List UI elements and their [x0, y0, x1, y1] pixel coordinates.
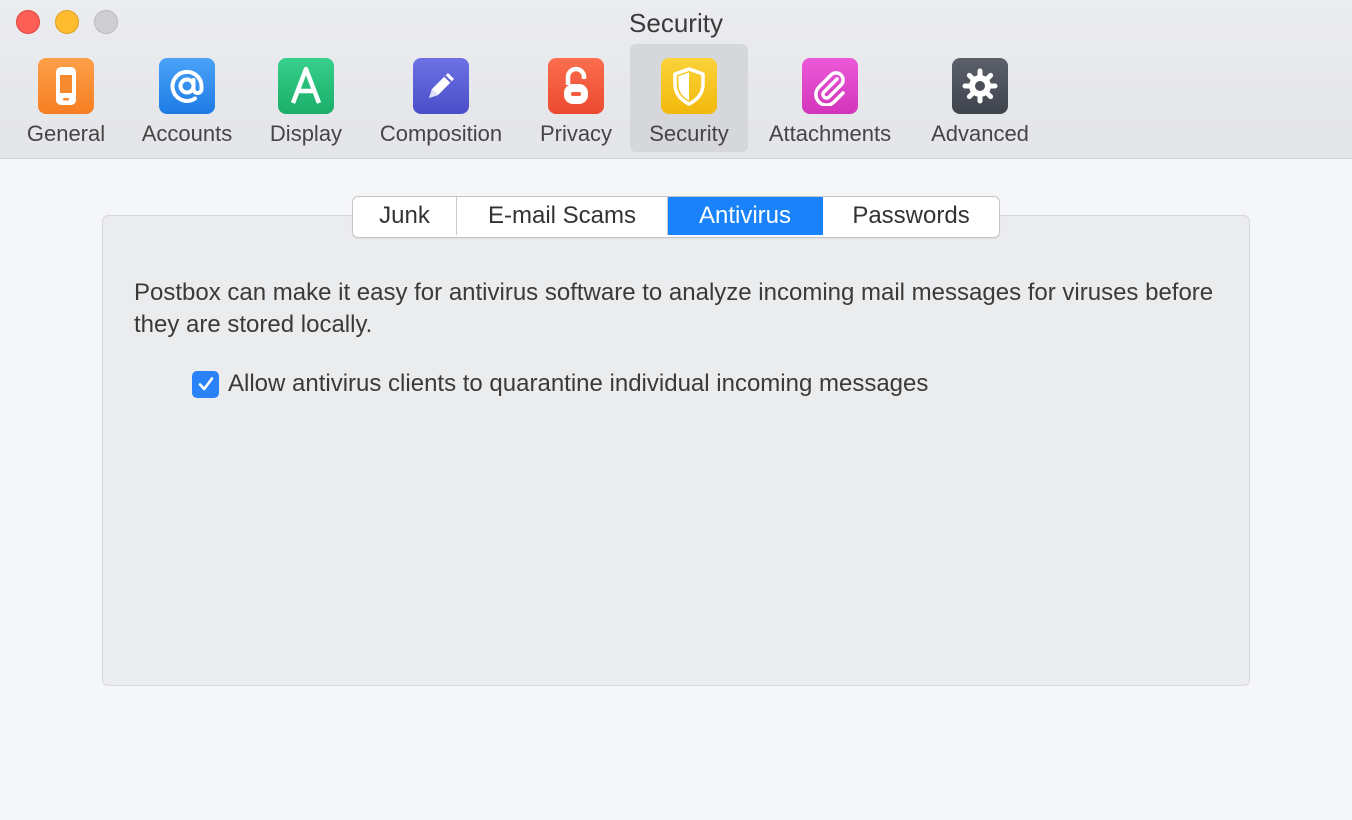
- toolbar-item-accounts[interactable]: Accounts: [132, 44, 242, 152]
- toolbar-item-privacy[interactable]: Privacy: [526, 44, 626, 152]
- toolbar-item-security[interactable]: Security: [630, 44, 748, 152]
- tab-junk[interactable]: Junk: [353, 197, 457, 235]
- security-tabs: Junk E-mail Scams Antivirus Passwords: [352, 196, 1000, 238]
- toolbar-label: Security: [649, 121, 729, 146]
- toolbar-label: Accounts: [141, 121, 233, 146]
- quarantine-checkbox[interactable]: [192, 370, 219, 398]
- antivirus-description: Postbox can make it easy for antivirus s…: [134, 279, 1214, 338]
- gear-icon: [952, 58, 1008, 114]
- tab-passwords[interactable]: Passwords: [823, 197, 999, 235]
- phone-icon: [38, 58, 94, 114]
- toolbar-label: Advanced: [931, 121, 1029, 146]
- toolbar-item-general[interactable]: General: [16, 44, 116, 152]
- pencil-icon: [413, 58, 469, 114]
- checkmark-icon: [198, 377, 213, 391]
- shield-icon: [661, 58, 717, 114]
- toolbar-item-composition[interactable]: Composition: [366, 44, 516, 152]
- open-lock-icon: [548, 58, 604, 114]
- paperclip-icon: [802, 58, 858, 114]
- letter-a-icon: [278, 58, 334, 114]
- tab-antivirus[interactable]: Antivirus: [668, 197, 823, 235]
- toolbar-item-advanced[interactable]: Advanced: [920, 44, 1040, 152]
- quarantine-option[interactable]: Allow antivirus clients to quarantine in…: [192, 370, 928, 398]
- toolbar-label: General: [26, 121, 106, 146]
- tab-email-scams[interactable]: E-mail Scams: [457, 197, 668, 235]
- at-sign-icon: [159, 58, 215, 114]
- toolbar-label: Privacy: [539, 121, 613, 146]
- toolbar-item-attachments[interactable]: Attachments: [756, 44, 904, 152]
- quarantine-label[interactable]: Allow antivirus clients to quarantine in…: [228, 370, 928, 398]
- toolbar-item-display[interactable]: Display: [256, 44, 356, 152]
- titlebar: Security General Accounts Display Compos…: [0, 0, 1352, 159]
- toolbar-label: Composition: [379, 121, 503, 146]
- toolbar-label: Display: [269, 121, 343, 146]
- toolbar-label: Attachments: [768, 121, 892, 146]
- window-title: Security: [629, 8, 723, 38]
